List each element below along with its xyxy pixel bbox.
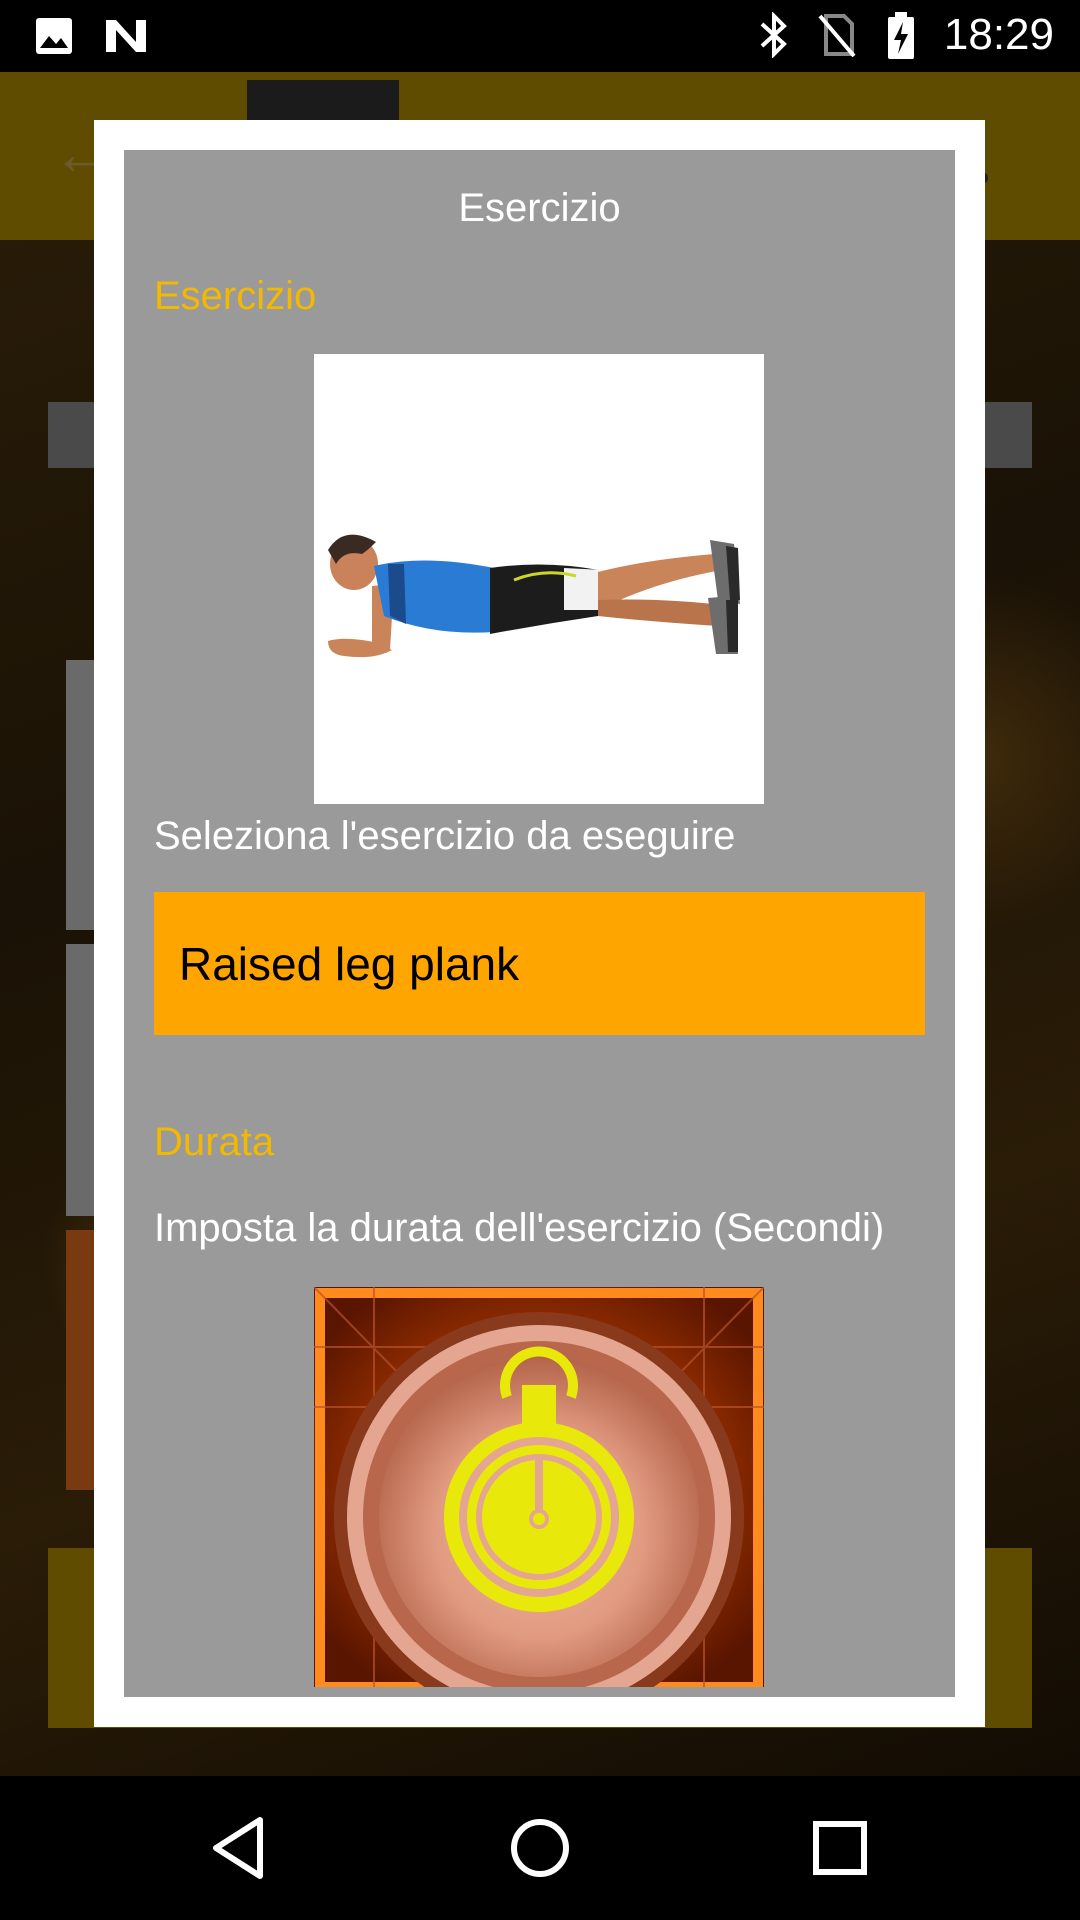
exercise-section-label: Esercizio — [154, 274, 317, 318]
duration-description: Imposta la durata dell'esercizio (Second… — [154, 1206, 885, 1250]
dialog-content: Esercizio Esercizio Seleziona l'esercizi… — [124, 150, 955, 1697]
clock: 18:29 — [943, 10, 1054, 59]
exercise-description: Seleziona l'esercizio da eseguire — [154, 814, 736, 858]
recents-icon[interactable] — [804, 1812, 876, 1884]
bluetooth-icon — [760, 12, 787, 58]
image-icon — [36, 18, 72, 54]
exercise-selector[interactable]: Raised leg plank — [154, 892, 925, 1035]
back-icon[interactable] — [204, 1812, 276, 1884]
duration-section-label: Durata — [154, 1120, 275, 1164]
stopwatch-image[interactable] — [314, 1287, 764, 1687]
home-icon[interactable] — [504, 1812, 576, 1884]
exercise-dialog: Esercizio Esercizio Seleziona l'esercizi… — [94, 120, 985, 1727]
no-sim-icon — [818, 14, 856, 58]
navigation-bar — [0, 1776, 1080, 1920]
selected-exercise-value: Raised leg plank — [179, 937, 520, 990]
n-icon — [106, 20, 146, 52]
dialog-title: Esercizio — [458, 186, 621, 230]
plank-exercise-image — [314, 354, 764, 804]
status-bar: 18:29 — [0, 0, 1080, 72]
battery-charging-icon — [888, 12, 914, 59]
